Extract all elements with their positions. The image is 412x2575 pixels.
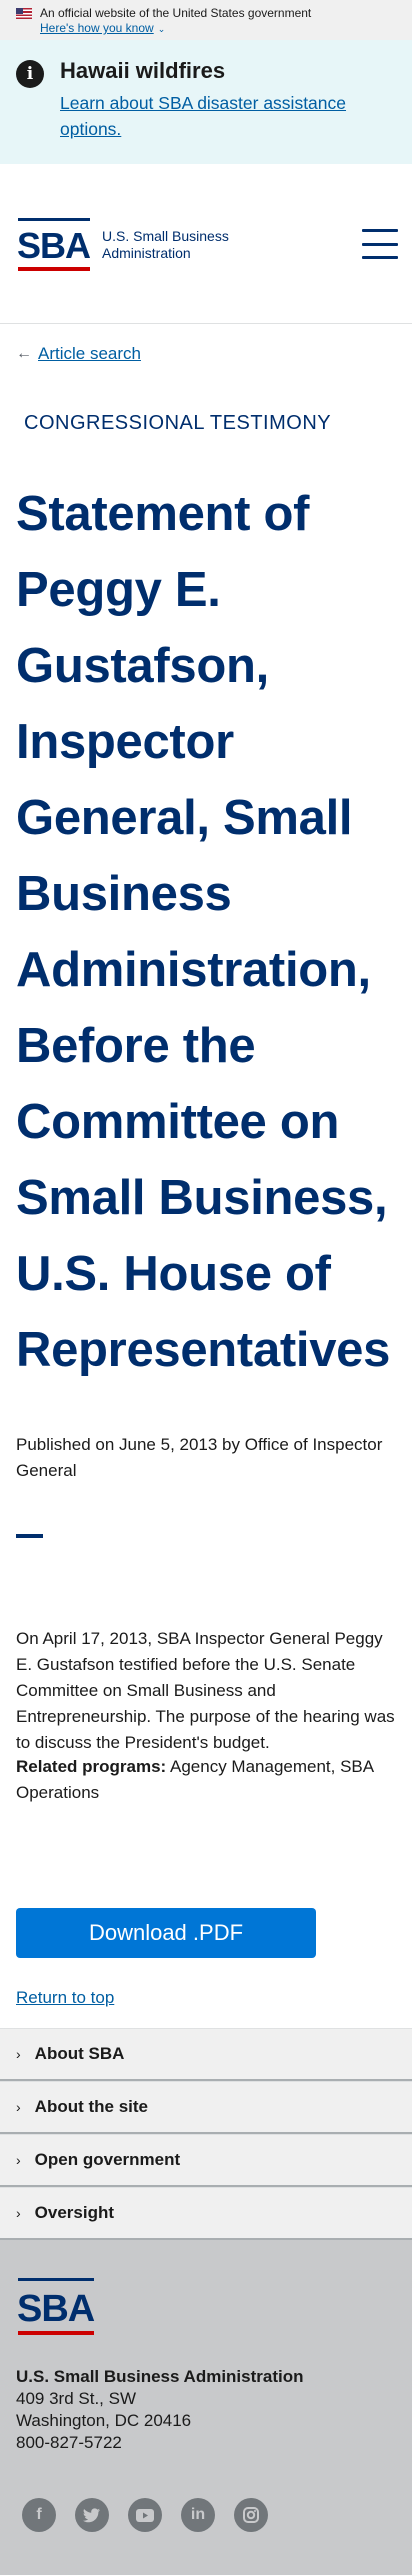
logo-text: U.S. Small Business Administration: [102, 228, 229, 262]
article-body: On April 17, 2013, SBA Inspector General…: [16, 1629, 395, 1752]
social-links: f in: [22, 2498, 268, 2532]
sba-logo[interactable]: SBA U.S. Small Business Administration: [16, 216, 229, 274]
footer-item-label: About the site: [34, 2097, 149, 2116]
alert-body: Hawaii wildfires Learn about SBA disaste…: [60, 56, 396, 164]
footer-item-oversight[interactable]: › Oversight: [0, 2187, 412, 2240]
facebook-icon[interactable]: f: [22, 2498, 56, 2532]
site-header: SBA U.S. Small Business Administration: [0, 164, 412, 324]
gov-banner: An official website of the United States…: [0, 0, 412, 40]
chevron-right-icon: ›: [16, 2099, 21, 2115]
article-search-link[interactable]: Article search: [38, 343, 141, 365]
footer-item-label: Open government: [34, 2150, 181, 2169]
alert-link[interactable]: Learn about SBA disaster assistance opti…: [60, 90, 396, 142]
related-programs-label: Related programs:: [16, 1757, 167, 1776]
twitter-icon[interactable]: [75, 2498, 109, 2532]
svg-text:SBA: SBA: [17, 2288, 95, 2330]
alert-banner: i Hawaii wildfires Learn about SBA disas…: [0, 40, 412, 164]
footer-item-about-site[interactable]: › About the site: [0, 2081, 412, 2134]
download-pdf-button[interactable]: Download .PDF: [16, 1908, 316, 1958]
published-info: Published on June 5, 2013 by Office of I…: [16, 1435, 383, 1480]
menu-icon[interactable]: [362, 229, 398, 259]
site-footer: SBA U.S. Small Business Administration 4…: [0, 2240, 412, 2575]
us-flag-icon: [16, 8, 32, 19]
footer-sba-logo[interactable]: SBA: [16, 2276, 96, 2343]
breadcrumb: ← Article search: [16, 343, 141, 365]
divider: [16, 1534, 43, 1538]
logo-text-line2: Administration: [102, 245, 191, 261]
chevron-right-icon: ›: [16, 2046, 21, 2062]
phone-number: 800-827-5722: [16, 2433, 122, 2452]
footer-item-about-sba[interactable]: › About SBA: [0, 2028, 412, 2081]
sba-logo-mark: SBA: [16, 216, 92, 274]
org-name: U.S. Small Business Administration: [16, 2367, 304, 2386]
linkedin-icon[interactable]: in: [181, 2498, 215, 2532]
chevron-right-icon: ›: [16, 2205, 21, 2221]
footer-item-label: About SBA: [34, 2044, 125, 2063]
footer-nav: › About SBA › About the site › Open governm…: [0, 2028, 412, 2240]
info-icon: i: [16, 60, 44, 88]
youtube-icon[interactable]: [128, 2498, 162, 2532]
footer-item-open-government[interactable]: › Open government: [0, 2134, 412, 2187]
footer-contact: U.S. Small Business Administration 409 3…: [16, 2366, 304, 2454]
alert-title: Hawaii wildfires: [60, 58, 226, 83]
gov-banner-text: An official website of the United States…: [40, 6, 312, 20]
chevron-down-icon: ⌄: [157, 24, 166, 34]
chevron-right-icon: ›: [16, 2152, 21, 2168]
footer-item-label: Oversight: [34, 2203, 115, 2222]
logo-text-line1: U.S. Small Business: [102, 228, 229, 244]
article-category: CONGRESSIONAL TESTIMONY: [24, 412, 332, 434]
page-title: Statement of Peggy E. Gustafson, Inspect…: [16, 487, 391, 1377]
address-line2: Washington, DC 20416: [16, 2411, 192, 2430]
heres-how-you-know-link[interactable]: Here's how you know ⌄: [40, 21, 396, 37]
instagram-icon[interactable]: [234, 2498, 268, 2532]
address-line1: 409 3rd St., SW: [16, 2389, 136, 2408]
arrow-left-icon: ←: [16, 345, 32, 362]
svg-text:SBA: SBA: [17, 225, 91, 266]
related-programs: Related programs: Agency Management, SBA…: [16, 1754, 396, 1806]
return-to-top-link[interactable]: Return to top: [16, 1986, 114, 2010]
how-link-label: Here's how you know: [40, 21, 154, 35]
